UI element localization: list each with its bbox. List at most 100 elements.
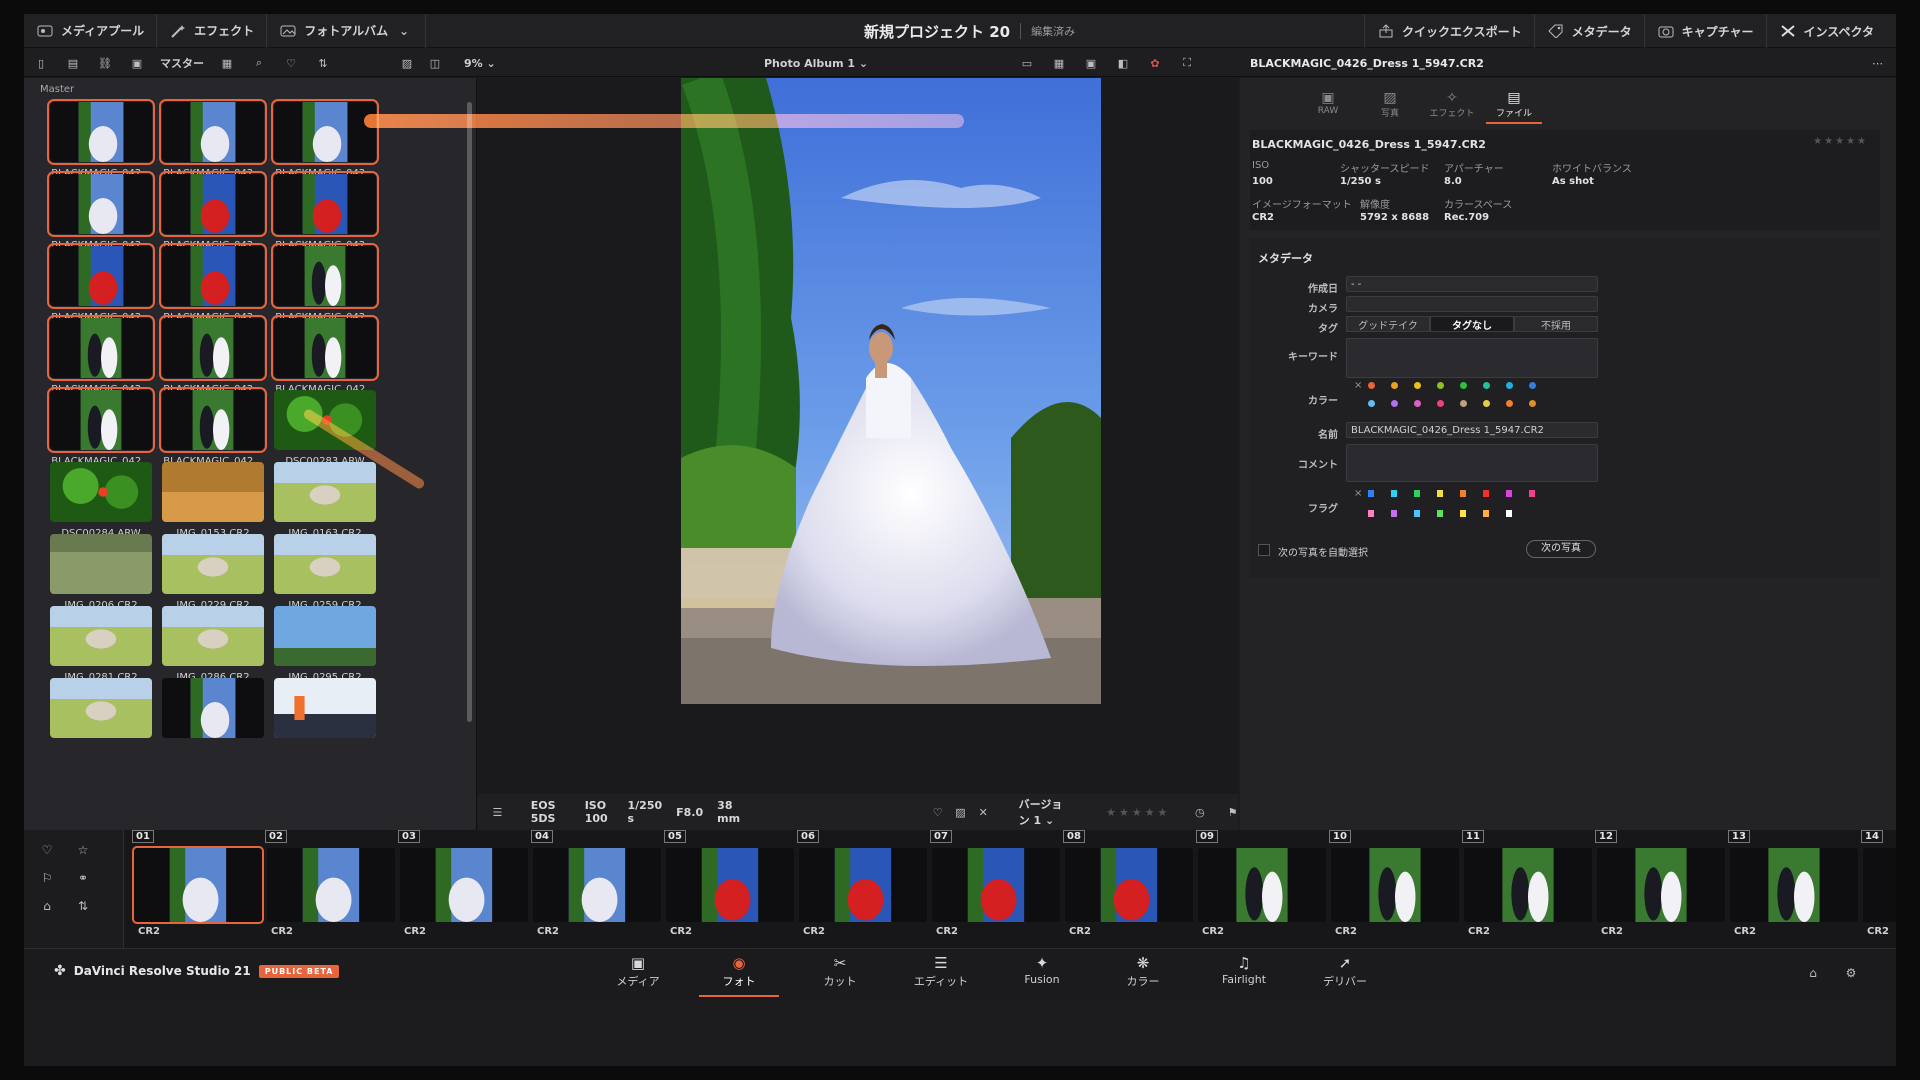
single-view-icon[interactable]: ▭ — [1018, 55, 1036, 71]
flag-swatch[interactable] — [1460, 510, 1466, 517]
color-swatch[interactable] — [1391, 382, 1398, 389]
comment-field[interactable] — [1346, 444, 1598, 482]
page-button[interactable]: ❋ カラー — [1103, 953, 1183, 997]
color-swatch[interactable] — [1460, 382, 1467, 389]
flag-swatch[interactable] — [1460, 490, 1466, 497]
grid-view-icon[interactable]: ▦ — [218, 55, 236, 71]
bookmark-icon[interactable]: ⚑ — [1227, 804, 1238, 820]
page-button[interactable]: ✦ Fusion — [1002, 953, 1082, 997]
filmstrip-item[interactable]: 06 CR2 — [797, 830, 929, 948]
flag-swatch[interactable] — [1368, 490, 1374, 497]
link-icon[interactable]: ⛓ — [96, 55, 114, 71]
color-swatch[interactable] — [1529, 400, 1536, 407]
adjust-sliders-icon[interactable]: ☰ — [492, 804, 503, 820]
color-swatch[interactable] — [1483, 400, 1490, 407]
settings-gear-icon[interactable]: ⚙ — [1842, 965, 1860, 981]
color-swatch[interactable] — [1437, 382, 1444, 389]
flag-swatch[interactable] — [1483, 490, 1489, 497]
info-star-rating[interactable]: ★★★★★ — [1813, 136, 1868, 147]
color-swatch[interactable] — [1437, 400, 1444, 407]
search-icon[interactable]: ⌕ — [250, 55, 268, 71]
color-swatch[interactable] — [1506, 400, 1513, 407]
import-icon[interactable]: ▣ — [128, 55, 146, 71]
home-icon[interactable]: ⌂ — [1804, 965, 1822, 981]
bookmark-icon[interactable]: ⚐ — [38, 870, 56, 886]
filmstrip-item[interactable]: 09 CR2 — [1196, 830, 1328, 948]
tab-photo[interactable]: ▨ 写真 — [1362, 86, 1418, 124]
next-photo-button[interactable]: 次の写真 — [1526, 540, 1596, 558]
heart-icon[interactable]: ♡ — [38, 842, 56, 858]
flag-swatch[interactable] — [1414, 510, 1420, 517]
flag-swatch[interactable] — [1437, 510, 1443, 517]
compare-icon[interactable]: ◫ — [426, 55, 444, 71]
flag-swatch[interactable] — [1391, 510, 1397, 517]
tag-good-button[interactable]: グッドテイク — [1346, 316, 1430, 332]
page-button[interactable]: ☰ エディット — [901, 953, 981, 997]
color-swatch[interactable] — [1506, 382, 1513, 389]
page-button[interactable]: ▣ メディア — [598, 953, 678, 997]
filmstrip-item[interactable]: 03 CR2 — [398, 830, 530, 948]
effects-button[interactable]: エフェクト — [157, 14, 268, 48]
color-swatch[interactable] — [1460, 400, 1467, 407]
sort-icon[interactable]: ⇅ — [74, 898, 92, 914]
filmstrip-item[interactable]: 13 CR2 — [1728, 830, 1860, 948]
star-icon[interactable]: ☆ — [74, 842, 92, 858]
page-button[interactable]: ✂ カット — [800, 953, 880, 997]
filmstrip-item[interactable]: 02 CR2 — [265, 830, 397, 948]
page-button[interactable]: ◉ フォト — [699, 953, 779, 997]
flag-swatch[interactable] — [1506, 490, 1512, 497]
color-swatch[interactable] — [1483, 382, 1490, 389]
panel-toggle-icon[interactable]: ▯ — [32, 55, 50, 71]
clear-color-icon[interactable]: × — [1354, 380, 1362, 391]
star-rating[interactable]: ★★★★★ — [1106, 806, 1170, 819]
created-field[interactable]: - - — [1346, 276, 1598, 292]
new-item-icon[interactable]: ▤ — [64, 55, 82, 71]
filmstrip-item[interactable]: 07 CR2 — [930, 830, 1062, 948]
media-pool-button[interactable]: メディアプール — [24, 14, 158, 48]
media-pool-scrollbar[interactable] — [467, 102, 472, 722]
tag-reject-button[interactable]: 不採用 — [1514, 316, 1598, 332]
tab-effects[interactable]: ✧ エフェクト — [1424, 86, 1480, 124]
clear-flag-icon[interactable]: × — [1354, 488, 1362, 499]
auto-select-checkbox[interactable] — [1258, 544, 1270, 556]
zoom-select[interactable]: 9% ⌄ — [454, 57, 496, 70]
name-field[interactable]: BLACKMAGIC_0426_Dress 1_5947.CR2 — [1346, 422, 1598, 438]
image-adjust-icon[interactable]: ▨ — [955, 804, 966, 820]
flag-swatch[interactable] — [1437, 490, 1443, 497]
fullscreen-icon[interactable]: ⛶ — [1178, 55, 1196, 71]
flag-swatch[interactable] — [1529, 490, 1535, 497]
layout-icon[interactable]: ◧ — [1114, 55, 1132, 71]
version-select[interactable]: バージョン 1 ⌄ — [1019, 796, 1066, 828]
media-thumbnail[interactable] — [270, 676, 406, 764]
color-swatch[interactable] — [1368, 382, 1375, 389]
clock-icon[interactable]: ◷ — [1194, 804, 1205, 820]
page-button[interactable]: ♫ Fairlight — [1204, 953, 1284, 997]
capture-button[interactable]: キャプチャー — [1643, 14, 1766, 48]
master-select[interactable]: マスター — [160, 55, 204, 71]
album-select[interactable]: Photo Album 1 ⌄ — [764, 49, 868, 77]
flag-swatch[interactable] — [1391, 490, 1397, 497]
quick-export-button[interactable]: クイックエクスポート — [1363, 14, 1534, 48]
filmstrip-item[interactable]: 08 CR2 — [1063, 830, 1195, 948]
filmstrip-item[interactable]: 04 CR2 — [531, 830, 663, 948]
filmstrip-item[interactable]: 12 CR2 — [1595, 830, 1727, 948]
page-button[interactable]: ➚ デリバー — [1305, 953, 1385, 997]
color-wheel-icon[interactable]: ✿ — [1146, 55, 1164, 71]
more-options-icon[interactable]: ⋯ — [1872, 49, 1883, 77]
reject-image-icon[interactable]: ✕ — [978, 804, 989, 820]
metadata-button[interactable]: メタデータ — [1533, 14, 1644, 48]
camera-field[interactable] — [1346, 296, 1598, 312]
tag-none-button[interactable]: タグなし — [1430, 316, 1514, 332]
tab-raw[interactable]: ▣ RAW — [1300, 86, 1356, 124]
keyword-field[interactable] — [1346, 338, 1598, 378]
filmstrip-item[interactable]: 01 CR2 — [132, 830, 264, 948]
grid-icon[interactable]: ▦ — [1050, 55, 1068, 71]
filmstrip-item[interactable]: 10 CR2 — [1329, 830, 1461, 948]
color-swatch[interactable] — [1529, 382, 1536, 389]
flag-swatch[interactable] — [1506, 510, 1512, 517]
aspect-icon[interactable]: ▣ — [1082, 55, 1100, 71]
color-swatch[interactable] — [1368, 400, 1375, 407]
inspector-button[interactable]: インスペクタ — [1765, 14, 1886, 48]
flag-swatch[interactable] — [1414, 490, 1420, 497]
filmstrip-item[interactable]: 11 CR2 — [1462, 830, 1594, 948]
